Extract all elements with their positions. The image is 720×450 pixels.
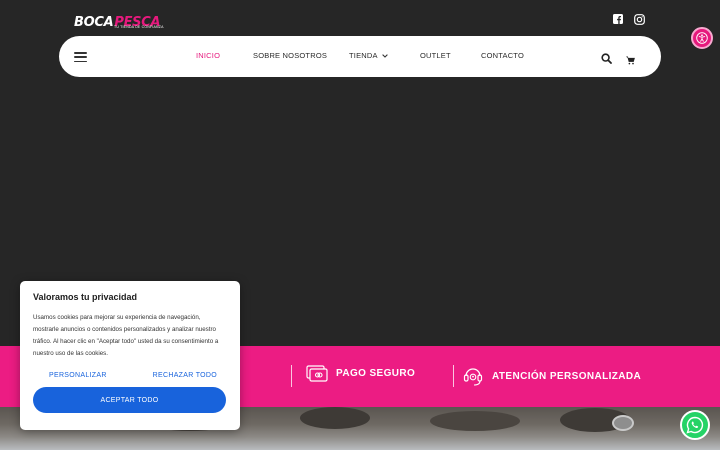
feature-pago-seguro: PAGO SEGURO (306, 365, 415, 382)
nav-item-label: SOBRE NOSOTROS (253, 51, 328, 60)
cookie-title: Valoramos tu privacidad (33, 292, 138, 302)
logo-tagline: TU TIENDA DE CONFIANZA (114, 25, 164, 29)
whatsapp-icon[interactable] (680, 410, 710, 440)
nav-item-label: INICIO (196, 51, 221, 60)
nav-item-inicio[interactable]: INICIO (196, 51, 220, 60)
search-icon[interactable] (601, 51, 612, 64)
nav-item-sobre-nosotros[interactable]: SOBRE NOSOTROS (253, 51, 327, 60)
headset-icon (463, 368, 483, 386)
feature-label: ATENCIÓN PERSONALIZADA (492, 370, 642, 382)
menu-icon[interactable] (74, 52, 87, 62)
nav-item-label: CONTACTO (481, 51, 524, 60)
nav-item-outlet[interactable]: OUTLET (420, 51, 451, 60)
facebook-icon[interactable] (611, 12, 625, 26)
nav-item-label: TIENDA (349, 51, 378, 60)
site-logo[interactable]: BOCA PESCA TU TIENDA DE CONFIANZA (74, 12, 163, 30)
accept-all-button[interactable]: ACEPTAR TODO (33, 387, 226, 413)
reject-all-button[interactable]: RECHAZAR TODO (153, 372, 217, 379)
cart-icon[interactable] (626, 52, 635, 65)
logo-word-boca: BOCA (74, 15, 114, 30)
card-icon (306, 365, 328, 382)
chevron-down-icon (381, 53, 388, 58)
nav-item-label: OUTLET (420, 51, 451, 60)
main-navbar: INICIO SOBRE NOSOTROS TIENDA OUTLET CONT… (59, 36, 661, 77)
instagram-icon[interactable] (632, 12, 646, 26)
feature-divider (291, 365, 292, 387)
nav-item-tienda[interactable]: TIENDA (349, 51, 388, 60)
cookie-secondary-actions: PERSONALIZAR RECHAZAR TODO (33, 372, 227, 379)
feature-atencion-personalizada: ATENCIÓN PERSONALIZADA (462, 365, 641, 387)
customize-button[interactable]: PERSONALIZAR (49, 372, 107, 379)
feature-label: PAGO SEGURO (336, 368, 416, 379)
cookie-description: Usamos cookies para mejorar su experienc… (33, 314, 219, 357)
feature-divider (453, 365, 454, 387)
cookie-consent-dialog: Valoramos tu privacidad Usamos cookies p… (20, 281, 240, 430)
accessibility-icon[interactable] (691, 27, 713, 49)
nav-item-contacto[interactable]: CONTACTO (481, 51, 524, 60)
